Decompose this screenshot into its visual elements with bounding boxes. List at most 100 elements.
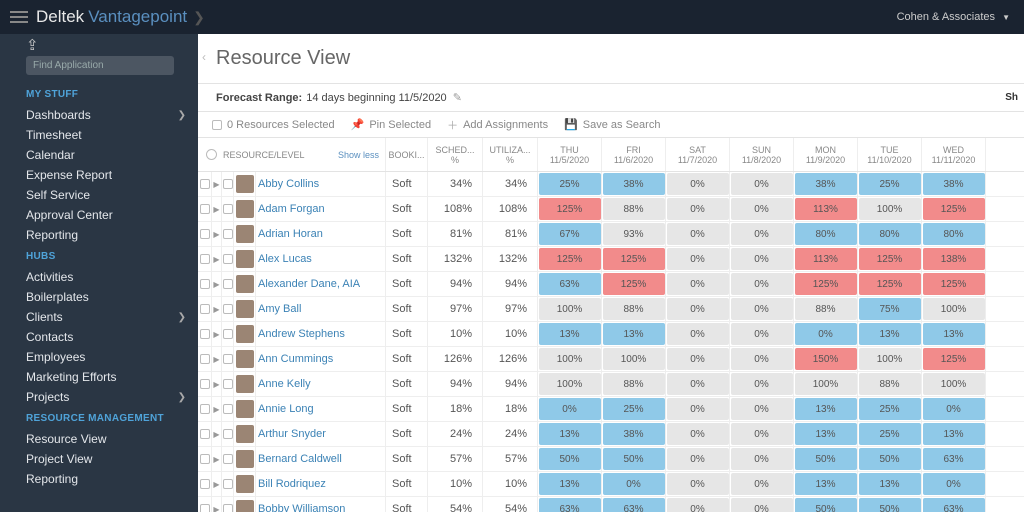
resource-name-link[interactable]: Andrew Stephens <box>256 322 386 346</box>
header-day[interactable]: WED11/11/2020 <box>922 138 986 171</box>
day-cell[interactable]: 13% <box>538 322 602 346</box>
day-cell[interactable]: 0% <box>666 422 730 446</box>
day-cell[interactable]: 0% <box>666 322 730 346</box>
day-cell[interactable]: 150% <box>794 347 858 371</box>
day-cell[interactable]: 0% <box>666 247 730 271</box>
day-cell[interactable]: 0% <box>666 472 730 496</box>
day-cell[interactable]: 88% <box>602 197 666 221</box>
booking-cell[interactable]: Soft <box>386 497 428 512</box>
day-cell[interactable]: 88% <box>602 372 666 396</box>
day-cell[interactable]: 13% <box>794 472 858 496</box>
booking-cell[interactable]: Soft <box>386 347 428 371</box>
sidebar-item[interactable]: Reporting <box>0 225 198 245</box>
header-booking[interactable]: BOOKI... <box>386 138 428 171</box>
expand-icon[interactable]: ▶ <box>212 297 222 321</box>
day-cell[interactable]: 13% <box>858 472 922 496</box>
row-checkbox-2[interactable] <box>222 247 234 271</box>
resource-name-link[interactable]: Bobby Williamson <box>256 497 386 512</box>
day-cell[interactable]: 50% <box>538 447 602 471</box>
day-cell[interactable]: 13% <box>794 397 858 421</box>
day-cell[interactable]: 125% <box>538 247 602 271</box>
day-cell[interactable]: 0% <box>666 172 730 196</box>
day-cell[interactable]: 75% <box>858 297 922 321</box>
search-input[interactable] <box>26 56 174 75</box>
day-cell[interactable]: 0% <box>666 347 730 371</box>
day-cell[interactable]: 67% <box>538 222 602 246</box>
expand-icon[interactable]: ▶ <box>212 197 222 221</box>
day-cell[interactable]: 0% <box>730 397 794 421</box>
row-checkbox-2[interactable] <box>222 422 234 446</box>
day-cell[interactable]: 0% <box>730 497 794 512</box>
day-cell[interactable]: 38% <box>922 172 986 196</box>
booking-cell[interactable]: Soft <box>386 272 428 296</box>
day-cell[interactable]: 0% <box>730 247 794 271</box>
expand-icon[interactable]: ▶ <box>212 447 222 471</box>
header-utilization[interactable]: UTILIZA...% <box>483 138 538 171</box>
day-cell[interactable]: 0% <box>922 397 986 421</box>
day-cell[interactable]: 80% <box>794 222 858 246</box>
account-menu[interactable]: Cohen & Associates ▼ <box>897 11 1010 23</box>
row-checkbox[interactable] <box>198 247 212 271</box>
menu-icon[interactable] <box>10 11 28 23</box>
day-cell[interactable]: 0% <box>666 297 730 321</box>
pin-selected-button[interactable]: 📌Pin Selected <box>351 118 431 131</box>
sidebar-item[interactable]: Dashboards❯ <box>0 105 198 125</box>
expand-icon[interactable]: ▶ <box>212 472 222 496</box>
row-checkbox[interactable] <box>198 347 212 371</box>
day-cell[interactable]: 80% <box>922 222 986 246</box>
row-checkbox[interactable] <box>198 397 212 421</box>
sidebar-item[interactable]: Reporting <box>0 469 198 489</box>
sidebar-item[interactable]: Approval Center <box>0 205 198 225</box>
row-checkbox-2[interactable] <box>222 197 234 221</box>
expand-icon[interactable]: ▶ <box>212 322 222 346</box>
day-cell[interactable]: 13% <box>602 322 666 346</box>
day-cell[interactable]: 113% <box>794 197 858 221</box>
row-checkbox-2[interactable] <box>222 447 234 471</box>
day-cell[interactable]: 88% <box>602 297 666 321</box>
resource-name-link[interactable]: Adrian Horan <box>256 222 386 246</box>
row-checkbox[interactable] <box>198 422 212 446</box>
resource-name-link[interactable]: Alexander Dane, AIA <box>256 272 386 296</box>
resource-name-link[interactable]: Bill Rodriquez <box>256 472 386 496</box>
edit-icon[interactable]: ✎ <box>453 91 462 104</box>
day-cell[interactable]: 100% <box>538 347 602 371</box>
expand-icon[interactable]: ▶ <box>212 372 222 396</box>
day-cell[interactable]: 0% <box>730 322 794 346</box>
day-cell[interactable]: 25% <box>858 422 922 446</box>
booking-cell[interactable]: Soft <box>386 322 428 346</box>
day-cell[interactable]: 0% <box>922 472 986 496</box>
expand-icon[interactable]: ▶ <box>212 172 222 196</box>
day-cell[interactable]: 100% <box>922 372 986 396</box>
day-cell[interactable]: 0% <box>730 472 794 496</box>
day-cell[interactable]: 13% <box>922 322 986 346</box>
day-cell[interactable]: 13% <box>922 422 986 446</box>
row-checkbox-2[interactable] <box>222 472 234 496</box>
header-day[interactable]: SAT11/7/2020 <box>666 138 730 171</box>
day-cell[interactable]: 63% <box>602 497 666 512</box>
day-cell[interactable]: 125% <box>922 197 986 221</box>
day-cell[interactable]: 100% <box>858 197 922 221</box>
day-cell[interactable]: 125% <box>794 272 858 296</box>
day-cell[interactable]: 0% <box>730 422 794 446</box>
day-cell[interactable]: 125% <box>538 197 602 221</box>
row-checkbox[interactable] <box>198 322 212 346</box>
booking-cell[interactable]: Soft <box>386 222 428 246</box>
row-checkbox-2[interactable] <box>222 172 234 196</box>
sidebar-item[interactable]: Calendar <box>0 145 198 165</box>
expand-icon[interactable]: ▶ <box>212 272 222 296</box>
day-cell[interactable]: 100% <box>538 297 602 321</box>
day-cell[interactable]: 13% <box>538 472 602 496</box>
add-assignments-button[interactable]: ＋Add Assignments <box>447 117 548 133</box>
booking-cell[interactable]: Soft <box>386 372 428 396</box>
checkbox-icon[interactable] <box>212 120 222 130</box>
chevron-left-icon[interactable]: ‹ <box>202 50 206 64</box>
day-cell[interactable]: 0% <box>730 372 794 396</box>
day-cell[interactable]: 25% <box>602 397 666 421</box>
day-cell[interactable]: 100% <box>858 347 922 371</box>
day-cell[interactable]: 100% <box>794 372 858 396</box>
day-cell[interactable]: 125% <box>858 247 922 271</box>
sidebar-item[interactable]: Activities <box>0 267 198 287</box>
row-checkbox[interactable] <box>198 197 212 221</box>
row-checkbox[interactable] <box>198 472 212 496</box>
day-cell[interactable]: 0% <box>538 397 602 421</box>
